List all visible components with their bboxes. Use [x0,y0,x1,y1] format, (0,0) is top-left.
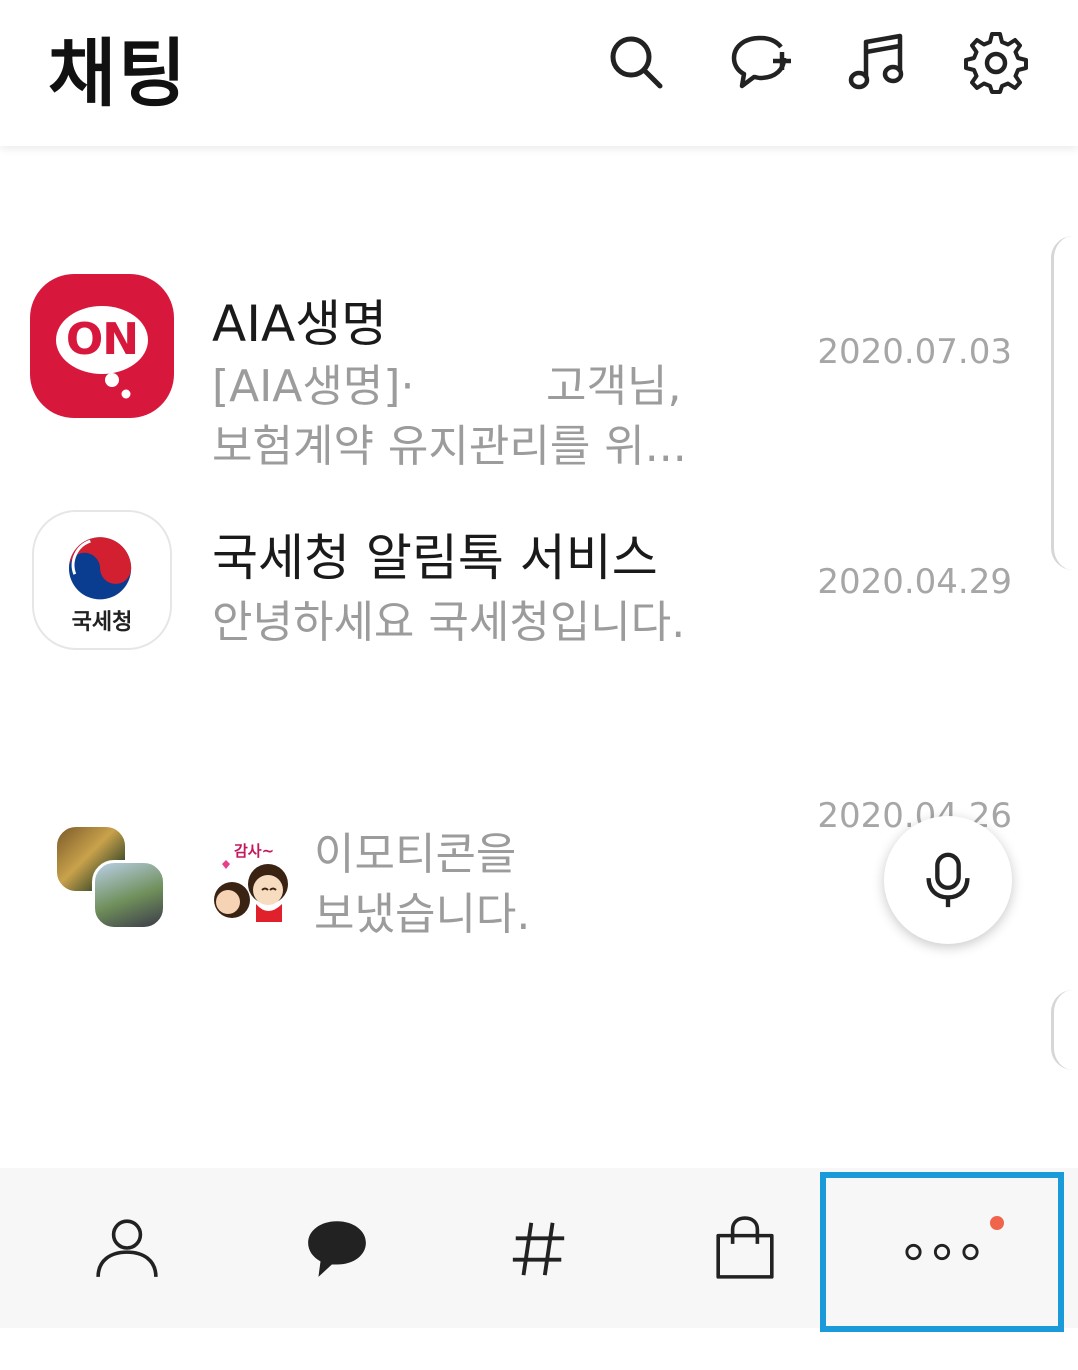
chat-name: 국세청 알림톡 서비스 [212,529,658,587]
chat-preview: [AIA생명]· [212,361,415,412]
microphone-icon [926,852,970,908]
settings-icon[interactable] [964,30,1028,94]
chat-list-item[interactable]: 국세청 국세청 알림톡 서비스 안녕하세요 국세청입니다. 2020.04.29 [0,506,1078,666]
chat-preview: 이모티콘을 [314,829,517,880]
scroll-edge-indicator [1051,990,1078,1070]
bottom-tab-bar [0,1168,1078,1332]
chat-preview: 안녕하세요 국세청입니다. [212,597,686,648]
avatar-text: 국세청 [71,610,133,635]
chats-tab[interactable] [232,1168,442,1328]
notification-badge [990,1216,1004,1230]
avatar-text: ON [65,314,139,365]
chat-avatar: 국세청 [32,510,172,650]
person-icon [96,1219,158,1278]
chat-preview: 고객님, [546,361,682,412]
sticker-thumbnail: 감사~ [206,840,302,936]
group-avatar [54,824,166,934]
chat-bubble-icon [308,1221,366,1277]
shopping-bag-icon [716,1216,774,1279]
more-tab[interactable] [820,1172,1064,1332]
new-chat-icon[interactable] [730,30,794,94]
voice-search-button[interactable] [884,816,1012,944]
openchat-tab[interactable] [434,1168,644,1328]
more-dots-icon [905,1243,979,1261]
app-header: 채팅 [0,0,1078,146]
friends-tab[interactable] [22,1168,232,1328]
chat-date: 2020.04.29 [817,562,1012,602]
chat-name: AIA생명 [212,295,388,353]
page-title: 채팅 [48,31,189,117]
shopping-tab[interactable] [640,1168,850,1328]
chat-date: 2020.07.03 [817,332,1012,372]
search-icon[interactable] [604,30,668,94]
chat-avatar: ON [30,274,174,418]
group-member-photo [92,860,166,930]
music-icon[interactable] [846,30,910,94]
chat-list-item[interactable]: ON AIA생명 [AIA생명]· 고객님, 보험계약 유지관리를 위... 2… [0,268,1078,478]
chat-preview: 보냈습니다. [314,889,531,940]
hashtag-icon [512,1222,565,1276]
chat-preview: 보험계약 유지관리를 위... [212,421,687,472]
emoticon-icon [214,860,288,922]
